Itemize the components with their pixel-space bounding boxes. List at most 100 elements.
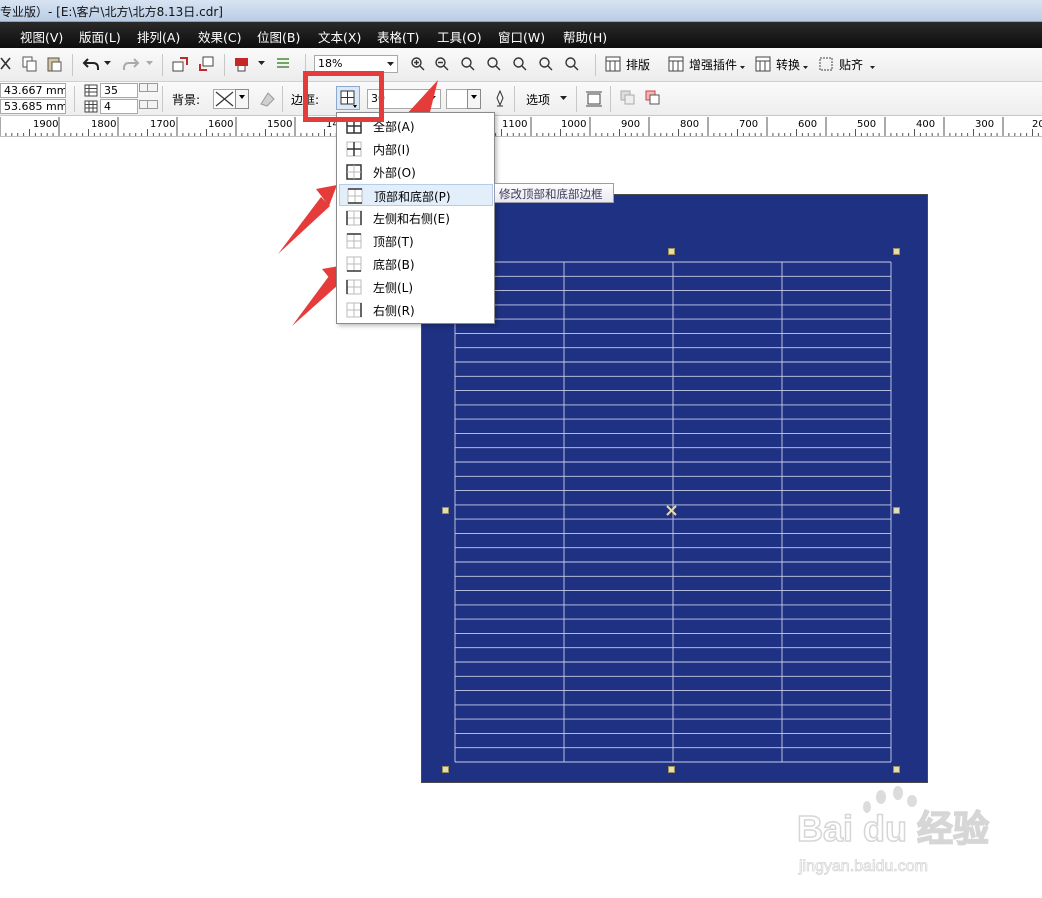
- ruler-label: 1600: [208, 119, 234, 130]
- ruler-label: 500: [857, 119, 877, 130]
- cols-spin-down[interactable]: [147, 100, 158, 109]
- undo-icon[interactable]: [82, 56, 100, 72]
- export-icon[interactable]: [198, 56, 216, 72]
- separator: [595, 54, 596, 76]
- rows-field[interactable]: 35: [100, 83, 138, 98]
- layout-button[interactable]: 排版: [626, 56, 650, 73]
- menu-window[interactable]: 窗口(W): [498, 27, 545, 46]
- menu-table[interactable]: 表格(T): [377, 27, 419, 46]
- rows-icon: [84, 84, 98, 97]
- menu-text[interactable]: 文本(X): [318, 27, 361, 46]
- selection-handle-bottom-right[interactable]: [893, 766, 900, 773]
- redo-dropdown-icon[interactable]: [146, 61, 154, 67]
- ruler-label: 600: [798, 119, 818, 130]
- snap-button[interactable]: 贴齐: [839, 56, 863, 73]
- ruler-label: 1900: [33, 119, 59, 130]
- undo-dropdown-icon[interactable]: [104, 61, 112, 67]
- plugin-dropdown-icon[interactable]: [740, 66, 746, 70]
- menu-item-label: 左侧(L): [373, 281, 414, 295]
- convert-dropdown-icon[interactable]: [803, 66, 809, 70]
- options-button[interactable]: 选项: [526, 91, 550, 108]
- layout-plugin-icon: [605, 56, 621, 72]
- import-icon[interactable]: [172, 56, 190, 72]
- menu-item-right[interactable]: 右侧(R): [339, 299, 493, 321]
- cut-icon[interactable]: [0, 56, 12, 72]
- background-label: 背景:: [172, 93, 201, 107]
- baidu-jingyan-logo: Bai du 经验 jingyan.baidu.com: [796, 786, 990, 875]
- options-list-icon[interactable]: [275, 56, 291, 72]
- zoom-selected-icon[interactable]: [460, 56, 476, 72]
- zoom-page-width-icon[interactable]: [538, 56, 554, 72]
- background-dropdown[interactable]: [235, 89, 249, 109]
- border-color-dropdown[interactable]: [467, 89, 481, 109]
- separator: [162, 54, 163, 76]
- zoom-all-icon[interactable]: [486, 56, 502, 72]
- menu-effects[interactable]: 效果(C): [198, 27, 241, 46]
- snap-icon: [819, 57, 833, 71]
- convert-button[interactable]: 转换: [776, 56, 800, 73]
- columns-icon: [84, 100, 98, 113]
- menu-item-left-right[interactable]: 左侧和右侧(E): [339, 207, 493, 229]
- ruler-label: 800: [680, 119, 700, 130]
- menu-layout[interactable]: 版面(L): [79, 27, 121, 46]
- zoom-dropdown-icon[interactable]: [387, 62, 395, 68]
- table-grid[interactable]: [422, 195, 929, 784]
- height-field[interactable]: 53.685 mm: [0, 99, 66, 114]
- menu-item-label: 底部(B): [373, 258, 415, 272]
- snap-dropdown-icon[interactable]: [870, 66, 876, 70]
- menu-bar: 视图(V) 版面(L) 排列(A) 效果(C) 位图(B) 文本(X) 表格(T…: [0, 22, 1042, 48]
- zoom-page-height-icon[interactable]: [564, 56, 580, 72]
- menu-item-top[interactable]: 顶部(T): [339, 230, 493, 252]
- menu-item-outside[interactable]: 外部(O): [339, 161, 493, 183]
- ruler-label: 1800: [91, 119, 117, 130]
- enhance-plugin-button[interactable]: 增强插件: [689, 56, 737, 73]
- zoom-in-icon[interactable]: [410, 56, 426, 72]
- zoom-out-icon[interactable]: [434, 56, 450, 72]
- background-color-swatch[interactable]: [213, 89, 236, 109]
- menu-tools[interactable]: 工具(O): [437, 27, 482, 46]
- menu-item-left[interactable]: 左侧(L): [339, 276, 493, 298]
- selection-handle-bottom-left[interactable]: [442, 766, 449, 773]
- zoom-page-icon[interactable]: [512, 56, 528, 72]
- width-field[interactable]: 43.667 mm: [0, 83, 66, 98]
- columns-field[interactable]: 4: [100, 99, 138, 114]
- selection-handle-top-right[interactable]: [893, 248, 900, 255]
- title-bar: 专业版）- [E:\客户\北方\北方8.13日.cdr]: [0, 0, 1042, 22]
- publish-dropdown-icon[interactable]: [258, 61, 266, 67]
- separator: [610, 86, 611, 112]
- border-top-icon: [346, 233, 362, 249]
- ruler-label: 1700: [150, 119, 176, 130]
- separator: [72, 54, 73, 76]
- selection-handle-right[interactable]: [893, 507, 900, 514]
- watermark-url: jingyan.baidu.com: [798, 858, 928, 875]
- publish-pdf-icon[interactable]: [234, 56, 250, 72]
- copy-icon[interactable]: [22, 56, 38, 72]
- menu-item-bottom[interactable]: 底部(B): [339, 253, 493, 275]
- menu-arrange[interactable]: 排列(A): [137, 27, 180, 46]
- rows-spin-down[interactable]: [147, 83, 158, 92]
- selection-handle-bottom[interactable]: [668, 766, 675, 773]
- send-back-icon[interactable]: [645, 90, 661, 106]
- paste-icon[interactable]: [46, 56, 62, 72]
- no-fill-icon: [215, 91, 234, 107]
- menu-help[interactable]: 帮助(H): [563, 27, 607, 46]
- outline-pen-icon[interactable]: [494, 90, 506, 108]
- annotation-highlight-box: [303, 71, 384, 122]
- menu-view[interactable]: 视图(V): [20, 27, 63, 46]
- options-dropdown-icon[interactable]: [560, 96, 568, 102]
- menu-bitmaps[interactable]: 位图(B): [257, 27, 300, 46]
- ruler-label: 20: [1032, 119, 1042, 130]
- menu-item-top-bottom[interactable]: 顶部和底部(P): [339, 184, 493, 206]
- selection-handle-left[interactable]: [442, 507, 449, 514]
- ruler-label: 1100: [502, 119, 528, 130]
- table-object[interactable]: [421, 194, 928, 783]
- selection-handle-top[interactable]: [668, 248, 675, 255]
- separator: [514, 86, 515, 112]
- bring-front-icon[interactable]: [620, 90, 636, 106]
- border-right-icon: [346, 302, 362, 318]
- border-left-right-icon: [346, 210, 362, 226]
- menu-item-inside[interactable]: 内部(I): [339, 138, 493, 160]
- menu-item-label: 外部(O): [373, 166, 416, 180]
- text-wrap-icon[interactable]: [585, 90, 603, 108]
- redo-icon[interactable]: [122, 56, 140, 72]
